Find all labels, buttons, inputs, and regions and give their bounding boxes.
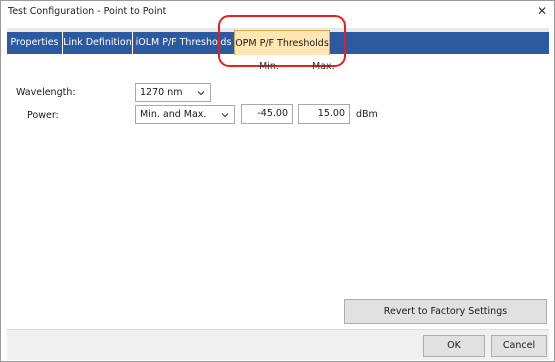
dialog-window: Test Configuration - Point to Point ✕ Pr…	[0, 0, 555, 362]
dialog-footer: OK Cancel	[7, 329, 549, 360]
power-label: Power:	[27, 110, 59, 121]
wavelength-label: Wavelength:	[16, 87, 76, 98]
power-mode-select[interactable]: Min. and Max.	[135, 105, 235, 124]
power-max-input[interactable]: 15.00	[298, 104, 350, 124]
tab-properties[interactable]: Properties	[7, 32, 63, 54]
column-header-min: Min.	[259, 61, 279, 72]
power-unit: dBm	[356, 109, 378, 120]
tab-link-definition[interactable]: Link Definition	[63, 32, 133, 54]
wavelength-value: 1270 nm	[140, 87, 183, 98]
window-title: Test Configuration - Point to Point	[8, 6, 167, 17]
cancel-button[interactable]: Cancel	[491, 335, 547, 357]
wavelength-select[interactable]: 1270 nm	[135, 83, 211, 102]
revert-to-factory-settings-button[interactable]: Revert to Factory Settings	[344, 299, 547, 324]
column-header-max: Max.	[312, 61, 335, 72]
chevron-down-icon	[221, 113, 229, 118]
highlight-annotation	[218, 15, 346, 67]
power-min-input[interactable]: -45.00	[241, 104, 293, 124]
power-mode-value: Min. and Max.	[140, 109, 207, 120]
chevron-down-icon	[197, 91, 205, 96]
ok-button[interactable]: OK	[423, 335, 485, 357]
close-icon[interactable]: ✕	[534, 3, 550, 19]
